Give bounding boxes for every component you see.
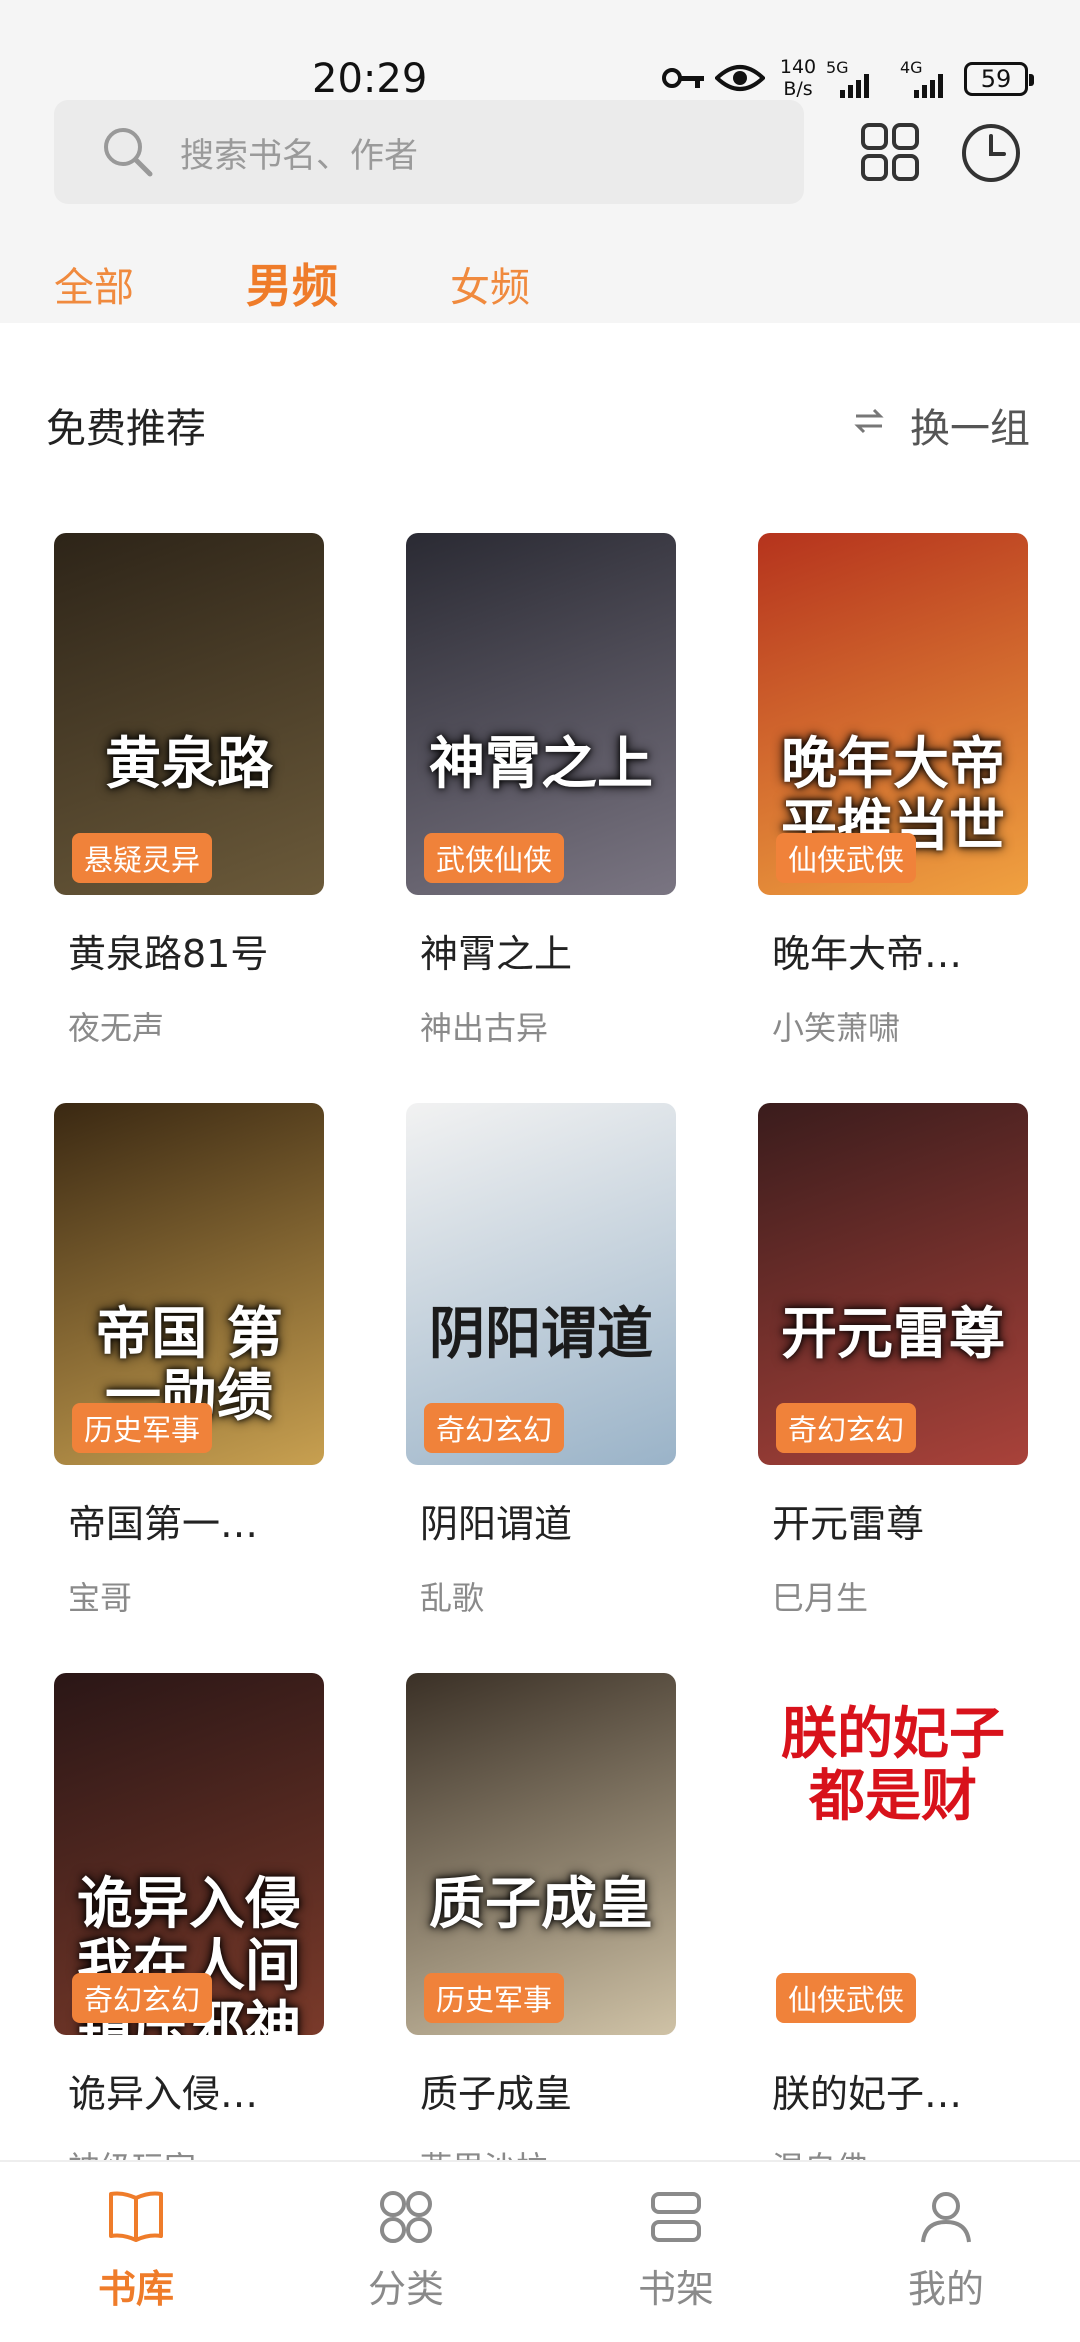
book-author: 乱歌 bbox=[420, 1579, 485, 1617]
cover-title: 神霄之上 bbox=[429, 731, 653, 797]
book-cover[interactable]: 朕的妃子都是财仙侠武侠 bbox=[758, 1673, 1028, 2035]
book-title[interactable]: 黄泉路81号 bbox=[68, 923, 268, 978]
battery-indicator: 59 bbox=[964, 62, 1034, 96]
cover-title: 质子成皇 bbox=[429, 1871, 653, 1937]
genre-badge: 武侠仙侠 bbox=[424, 833, 565, 883]
book-cover[interactable]: 诡异入侵 我在人间镇压邪神奇幻玄幻 bbox=[54, 1673, 324, 2035]
book-title[interactable]: 朕的妃子… bbox=[772, 2063, 962, 2118]
book-card[interactable]: 开元雷尊 奇幻玄幻 开元雷尊 巳月生 bbox=[758, 1103, 1028, 1623]
book-cover[interactable]: 晚年大帝 平推当世 仙侠武侠 bbox=[758, 533, 1028, 895]
search-icon bbox=[104, 128, 153, 177]
profile-icon bbox=[921, 2192, 971, 2243]
tab-female[interactable]: 女频 bbox=[450, 255, 530, 313]
swap-icon bbox=[854, 408, 884, 434]
genre-badge: 仙侠武侠 bbox=[776, 1973, 917, 2023]
key-icon bbox=[662, 68, 704, 88]
book-cover[interactable]: 质子成皇历史军事 bbox=[406, 1673, 676, 2035]
clock-icon[interactable] bbox=[960, 122, 1022, 184]
genre-badge: 奇幻玄幻 bbox=[424, 1403, 565, 1453]
book-cover[interactable]: 开元雷尊奇幻玄幻 bbox=[758, 1103, 1028, 1465]
status-time: 20:29 bbox=[312, 56, 428, 102]
refresh-label: 换一组 bbox=[910, 406, 1030, 452]
bookshelf-icon bbox=[651, 2192, 701, 2242]
nav-bookshelf[interactable]: 书架 bbox=[576, 2184, 776, 2324]
book-cover[interactable]: 阴阳谓道奇幻玄幻 bbox=[406, 1103, 676, 1465]
tab-all[interactable]: 全部 bbox=[54, 255, 134, 313]
cover-title: 黄泉路 bbox=[105, 731, 273, 797]
book-author: 宝哥 bbox=[68, 1579, 133, 1617]
book-author: 小笑萧啸 bbox=[772, 1009, 901, 1047]
grid-icon[interactable] bbox=[860, 122, 920, 182]
book-card[interactable]: 朕的妃子都是财仙侠武侠朕的妃子…混自佛 bbox=[758, 1673, 1028, 2193]
book-icon bbox=[109, 2191, 163, 2242]
book-title[interactable]: 阴阳谓道 bbox=[420, 1493, 572, 1548]
book-title[interactable]: 开元雷尊 bbox=[772, 1493, 924, 1548]
book-card[interactable]: 帝国 第一勋绩 历史军事帝国第一… 宝哥 bbox=[54, 1103, 324, 1623]
search-bar[interactable]: 搜索书名、作者 bbox=[54, 100, 804, 204]
genre-badge: 仙侠武侠 bbox=[776, 833, 917, 883]
nav-bookshelf-label: 书架 bbox=[637, 2267, 714, 2311]
book-cover[interactable]: 帝国 第一勋绩 历史军事 bbox=[54, 1103, 324, 1465]
nav-library-label: 书库 bbox=[97, 2267, 174, 2311]
network-speed: 140 B/s bbox=[779, 56, 817, 100]
cover-title: 朕的妃子都是财 bbox=[781, 1701, 1005, 1829]
book-card[interactable]: 质子成皇历史军事质子成皇燕里沙拉 bbox=[406, 1673, 676, 2193]
signal-5g-icon: 5G bbox=[826, 58, 878, 100]
book-title[interactable]: 晚年大帝… bbox=[772, 923, 962, 978]
cover-title: 开元雷尊 bbox=[781, 1301, 1005, 1367]
nav-category[interactable]: 分类 bbox=[306, 2184, 506, 2324]
book-cover[interactable]: 黄泉路悬疑灵异 bbox=[54, 533, 324, 895]
tab-male[interactable]: 男频 bbox=[246, 250, 338, 316]
book-cover[interactable]: 神霄之上武侠仙侠 bbox=[406, 533, 676, 895]
book-card[interactable]: 诡异入侵 我在人间镇压邪神奇幻玄幻诡异入侵…神级玩家 bbox=[54, 1673, 324, 2193]
book-title[interactable]: 诡异入侵… bbox=[68, 2063, 258, 2118]
genre-badge: 奇幻玄幻 bbox=[776, 1403, 917, 1453]
signal-5g-label: 5G bbox=[826, 58, 849, 77]
signal-4g-label: 4G bbox=[900, 58, 923, 77]
book-title[interactable]: 质子成皇 bbox=[420, 2063, 572, 2118]
signal-4g-icon: 4G bbox=[900, 58, 952, 100]
book-author: 夜无声 bbox=[68, 1009, 165, 1047]
nav-library[interactable]: 书库 bbox=[36, 2184, 236, 2324]
book-card[interactable]: 晚年大帝 平推当世 仙侠武侠晚年大帝… 小笑萧啸 bbox=[758, 533, 1028, 1053]
genre-badge: 历史军事 bbox=[424, 1973, 565, 2023]
search-placeholder: 搜索书名、作者 bbox=[180, 136, 418, 176]
book-card[interactable]: 黄泉路悬疑灵异黄泉路81号夜无声 bbox=[54, 533, 324, 1053]
nav-profile[interactable]: 我的 bbox=[846, 2184, 1046, 2324]
genre-badge: 奇幻玄幻 bbox=[72, 1973, 213, 2023]
nav-category-label: 分类 bbox=[367, 2267, 444, 2311]
category-icon bbox=[380, 2191, 432, 2243]
nav-profile-label: 我的 bbox=[907, 2267, 984, 2311]
genre-badge: 历史军事 bbox=[72, 1403, 213, 1453]
genre-badge: 悬疑灵异 bbox=[72, 833, 213, 883]
book-author: 神出古异 bbox=[420, 1009, 549, 1047]
book-title[interactable]: 神霄之上 bbox=[420, 923, 572, 978]
cover-title: 阴阳谓道 bbox=[429, 1301, 653, 1367]
section-title: 免费推荐 bbox=[46, 406, 206, 452]
bottom-navigation: 书库 分类 书架 我的 bbox=[0, 2160, 1080, 2342]
book-title[interactable]: 帝国第一… bbox=[68, 1493, 258, 1548]
eye-icon bbox=[715, 65, 765, 91]
book-card[interactable]: 阴阳谓道 奇幻玄幻 阴阳谓道 乱歌 bbox=[406, 1103, 676, 1623]
book-card[interactable]: 神霄之上 武侠仙侠 神霄之上 神出古异 bbox=[406, 533, 676, 1053]
book-author: 巳月生 bbox=[772, 1579, 869, 1617]
